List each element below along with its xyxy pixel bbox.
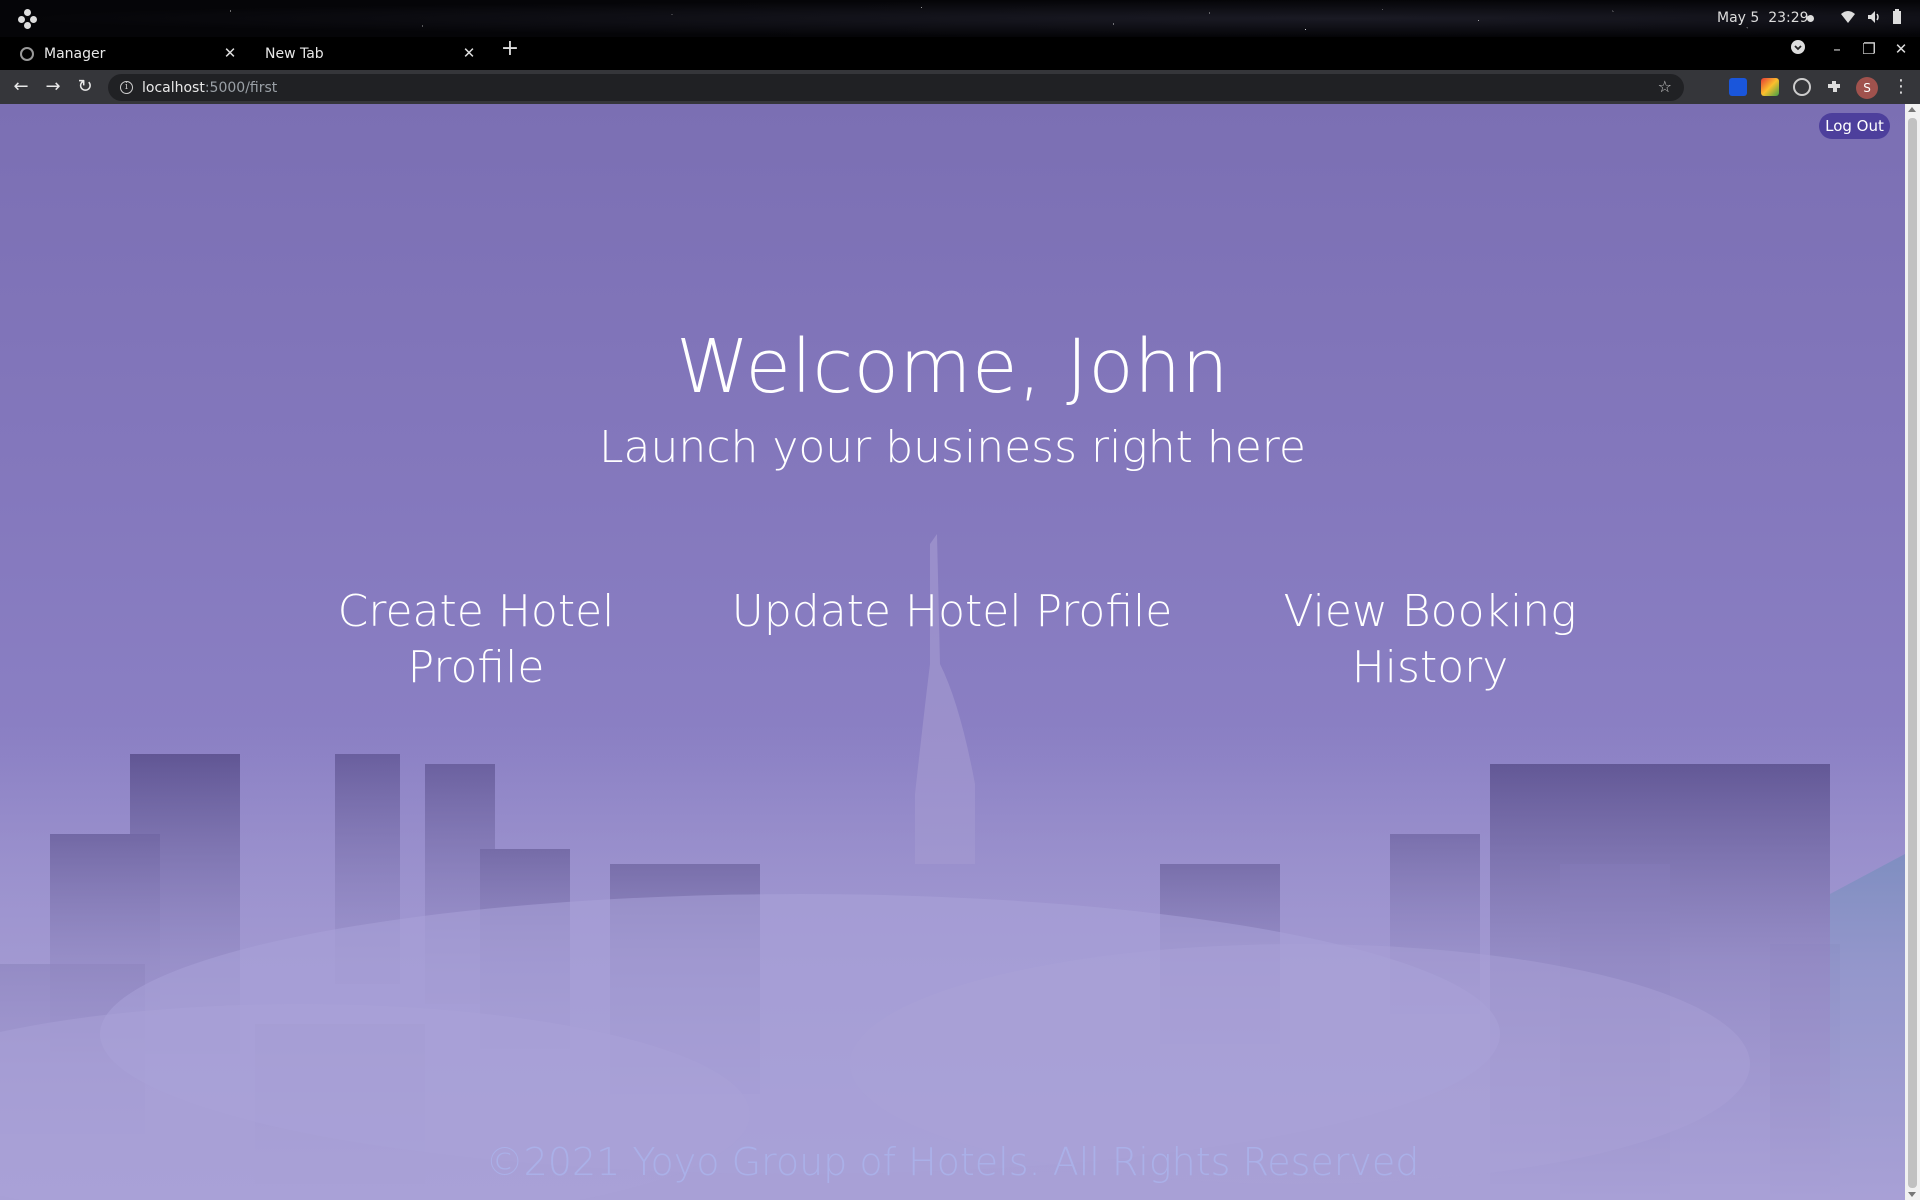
- extension-flag-icon[interactable]: [1729, 78, 1747, 96]
- page-scrollbar[interactable]: [1905, 104, 1920, 1200]
- battery-icon: [1893, 9, 1901, 24]
- clock-date: May 5: [1717, 10, 1760, 26]
- welcome-heading: Welcome, John: [676, 324, 1229, 410]
- reload-icon[interactable]: ↻: [74, 76, 96, 98]
- wifi-icon: [1841, 11, 1855, 23]
- site-info-icon[interactable]: i: [120, 81, 133, 94]
- browser-toolbar: ← → ↻ i localhost:5000/first ☆ S ⋮: [0, 70, 1920, 104]
- scrollbar-thumb[interactable]: [1908, 118, 1917, 1188]
- new-tab-plus-icon[interactable]: +: [499, 38, 521, 60]
- update-hotel-profile-link[interactable]: Update Hotel Profile: [730, 584, 1174, 640]
- url-path: :5000/first: [204, 79, 278, 96]
- tab-search-icon[interactable]: [1788, 39, 1808, 59]
- tab-manager[interactable]: Manager ✕: [20, 37, 238, 70]
- tab-new-tab[interactable]: New Tab ✕: [259, 37, 477, 70]
- view-booking-history-link[interactable]: View Booking History: [1240, 584, 1620, 696]
- close-tab-icon[interactable]: ✕: [222, 45, 238, 61]
- url-host: localhost: [142, 79, 205, 96]
- close-tab-icon[interactable]: ✕: [461, 45, 477, 61]
- page-viewport: Log Out Welcome, John Launch your busine…: [0, 104, 1905, 1200]
- globe-icon: [20, 46, 34, 61]
- forward-arrow-icon[interactable]: →: [42, 76, 64, 98]
- logout-button[interactable]: Log Out: [1819, 113, 1890, 139]
- notification-dot-icon: [1807, 15, 1814, 22]
- system-status-area[interactable]: [1840, 9, 1902, 25]
- restore-icon[interactable]: ❐: [1859, 40, 1879, 58]
- create-hotel-profile-link[interactable]: Create Hotel Profile: [263, 584, 689, 696]
- browser-menu-icon[interactable]: ⋮: [1892, 76, 1910, 97]
- address-bar[interactable]: i localhost:5000/first ☆: [108, 74, 1684, 101]
- tab-strip: Manager ✕ New Tab ✕: [0, 37, 1920, 70]
- url-text[interactable]: localhost:5000/first: [142, 80, 277, 96]
- system-clock[interactable]: May 5 23:29: [1717, 10, 1809, 26]
- view-booking-history-line2: History: [1351, 642, 1509, 693]
- tagline: Launch your business right here: [599, 422, 1306, 473]
- minimize-icon[interactable]: –: [1827, 40, 1847, 58]
- back-arrow-icon[interactable]: ←: [10, 76, 32, 98]
- os-top-bar: May 5 23:29: [0, 0, 1920, 37]
- extension-colorful-icon[interactable]: [1761, 78, 1779, 96]
- view-booking-history-line1: View Booking: [1283, 586, 1577, 637]
- tab-title: New Tab: [265, 45, 324, 62]
- scroll-down-arrow-icon[interactable]: [1908, 1192, 1916, 1197]
- profile-avatar[interactable]: S: [1856, 77, 1878, 99]
- starfield-wallpaper: [0, 0, 1920, 37]
- scroll-up-arrow-icon[interactable]: [1908, 107, 1916, 112]
- copyright-footer: ©2021 Yoyo Group of Hotels. All Rights R…: [485, 1140, 1420, 1184]
- extensions-puzzle-icon[interactable]: [1825, 78, 1843, 96]
- volume-icon: [1868, 11, 1879, 23]
- close-window-icon[interactable]: ✕: [1891, 40, 1911, 58]
- clock-time: 23:29: [1768, 10, 1809, 26]
- extension-react-icon[interactable]: [1793, 78, 1811, 96]
- activities-icon[interactable]: [18, 9, 38, 29]
- bookmark-star-icon[interactable]: ☆: [1658, 77, 1672, 96]
- tab-title: Manager: [44, 45, 106, 62]
